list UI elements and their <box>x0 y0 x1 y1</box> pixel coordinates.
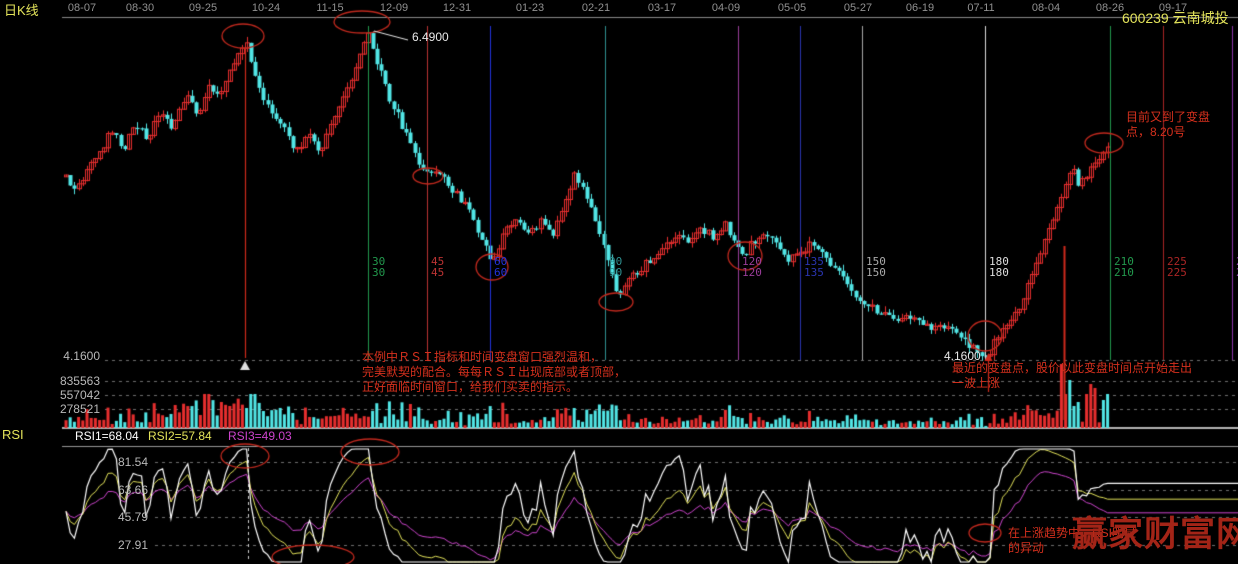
volume-scale-label: 557042 <box>28 388 100 402</box>
volume-scale-label: 835563 <box>28 374 100 388</box>
chart-type-label: 日K线 <box>4 4 39 18</box>
date-axis-label: 11-15 <box>316 2 343 14</box>
stock-chart-window: 08-07 08-30 09-25 10-24 11-15 12-09 12-31 01-23… <box>0 0 1238 564</box>
time-window-label-180: 180 180 <box>989 256 1009 278</box>
time-window-label-210: 210 210 <box>1114 256 1134 278</box>
time-window-label-30: 30 30 <box>372 256 385 278</box>
date-axis-label: 01-23 <box>516 2 544 14</box>
rsi3-legend: RSI3=49.03 <box>228 429 292 443</box>
kline-chart-canvas[interactable] <box>0 0 1238 564</box>
rsi2-legend: RSI2=57.84 <box>148 429 212 443</box>
date-axis-label: 09-25 <box>189 2 217 14</box>
peak-price-label: 6.4900 <box>412 30 449 44</box>
date-axis-label: 12-09 <box>380 2 408 14</box>
price-gridline-label: 4.1600 <box>28 349 100 363</box>
date-axis-label: 08-04 <box>1032 2 1060 14</box>
time-window-label-60: 60 60 <box>494 256 507 278</box>
rsi-pane-label: RSI <box>2 428 24 442</box>
date-axis-label: 10-24 <box>252 2 280 14</box>
date-axis-label: 05-05 <box>778 2 806 14</box>
time-window-label-90: 90 90 <box>609 256 622 278</box>
date-axis-label: 08-30 <box>126 2 154 14</box>
time-window-label-120: 120 120 <box>742 256 762 278</box>
rsi-scale-label: 63.66 <box>76 483 148 497</box>
volume-scale-label: 278521 <box>28 402 100 416</box>
annotation-example: 本例中ＲＳＩ指标和时间变盘窗口强烈温和， 完美默契的配合。每每ＲＳＩ出现底部或者… <box>362 350 626 395</box>
rsi-scale-label: 81.54 <box>76 455 148 469</box>
annotation-current-turn: 目前又到了变盘点，8.20号 <box>1126 110 1220 140</box>
date-axis-label: 08-07 <box>68 2 96 14</box>
date-axis-label: 03-17 <box>648 2 676 14</box>
date-axis-label: 05-27 <box>844 2 872 14</box>
time-window-label-135: 135 135 <box>804 256 824 278</box>
date-axis-label: 02-21 <box>582 2 610 14</box>
time-window-label-225: 225 225 <box>1167 256 1187 278</box>
stock-title: 600239 云南城投 <box>1122 11 1229 25</box>
watermark: 赢家财富网 <box>1072 516 1238 554</box>
date-axis-label: 04-09 <box>712 2 740 14</box>
date-axis-label: 06-19 <box>906 2 934 14</box>
date-axis-label: 12-31 <box>443 2 471 14</box>
rsi1-legend: RSI1=68.04 <box>75 429 139 443</box>
rsi-scale-label: 27.91 <box>76 538 148 552</box>
date-axis-label: 08-26 <box>1096 2 1124 14</box>
date-axis-label: 07-11 <box>967 2 994 14</box>
annotation-recent-turn: 最近的变盘点，股价以此变盘时间点开始走出 一波上涨 <box>952 361 1192 391</box>
time-window-label-150: 150 150 <box>866 256 886 278</box>
time-window-label-45: 45 45 <box>431 256 444 278</box>
rsi-scale-label: 45.79 <box>76 510 148 524</box>
